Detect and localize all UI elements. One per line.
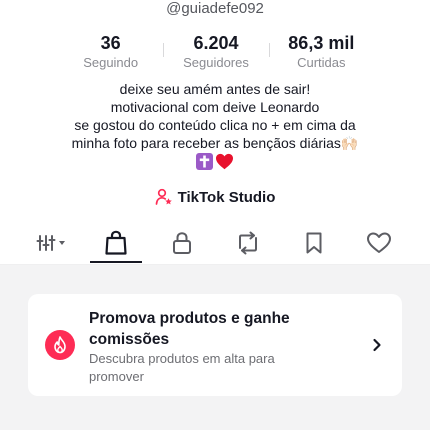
- stat-likes-label: Curtidas: [297, 55, 346, 70]
- lock-icon: [173, 232, 191, 254]
- stat-following-label: Seguindo: [83, 55, 139, 70]
- tiktok-studio-label: TikTok Studio: [177, 188, 276, 206]
- stat-following[interactable]: 36 Seguindo: [58, 34, 163, 70]
- chevron-right-icon: [373, 338, 381, 352]
- favorites-tab[interactable]: [292, 224, 336, 262]
- liked-tab[interactable]: [356, 224, 402, 262]
- promo-title: Promova produtos e ganhe comissões: [89, 310, 290, 348]
- cross-emoji-icon: [196, 153, 213, 170]
- promote-products-card[interactable]: Promova produtos e ganhe comissões Descu…: [28, 294, 402, 396]
- selected-tab-indicator: [90, 261, 142, 263]
- reposts-tab[interactable]: [226, 224, 270, 262]
- promo-subtitle: Descubra produtos em alta para promover: [89, 351, 275, 384]
- bio-line: motivacional com deive Leonardo: [110, 99, 320, 115]
- profile-username: @guiadefe092: [166, 0, 264, 17]
- grid-filter-icon: [36, 235, 65, 251]
- stat-followers-label: Seguidores: [183, 55, 249, 70]
- private-tab[interactable]: [160, 224, 204, 262]
- bio-emoji-row: [196, 153, 234, 170]
- bio-line: deixe seu amém antes de sair!: [119, 81, 311, 97]
- tiktok-studio-link[interactable]: TikTok Studio: [0, 188, 430, 206]
- flame-icon: [45, 330, 75, 360]
- person-star-icon: [155, 188, 172, 205]
- bookmark-icon: [306, 232, 322, 254]
- bio-line: minha foto para receber as bençãos diári…: [71, 135, 359, 151]
- stat-following-value: 36: [100, 33, 121, 53]
- profile-stats: 36 Seguindo 6.204 Seguidores 86,3 mil Cu…: [58, 34, 374, 70]
- profile-bio: deixe seu amém antes de sair! motivacion…: [0, 80, 430, 172]
- stat-likes-value: 86,3 mil: [288, 33, 355, 53]
- bio-line: se gostou do conteúdo clica no + em cima…: [74, 117, 356, 133]
- shopping-bag-icon: [105, 230, 127, 255]
- heart-outline-icon: [367, 232, 391, 253]
- red-heart-emoji-icon: [216, 153, 233, 170]
- shop-tab[interactable]: [90, 224, 142, 262]
- repost-icon: [239, 231, 257, 255]
- stat-followers[interactable]: 6.204 Seguidores: [163, 34, 268, 70]
- grid-filter-tab[interactable]: [28, 224, 76, 262]
- stat-followers-value: 6.204: [193, 33, 239, 53]
- profile-page: @guiadefe092 36 Seguindo 6.204 Seguidore…: [0, 0, 430, 430]
- profile-tabs: [0, 224, 430, 264]
- stat-likes[interactable]: 86,3 mil Curtidas: [268, 33, 374, 70]
